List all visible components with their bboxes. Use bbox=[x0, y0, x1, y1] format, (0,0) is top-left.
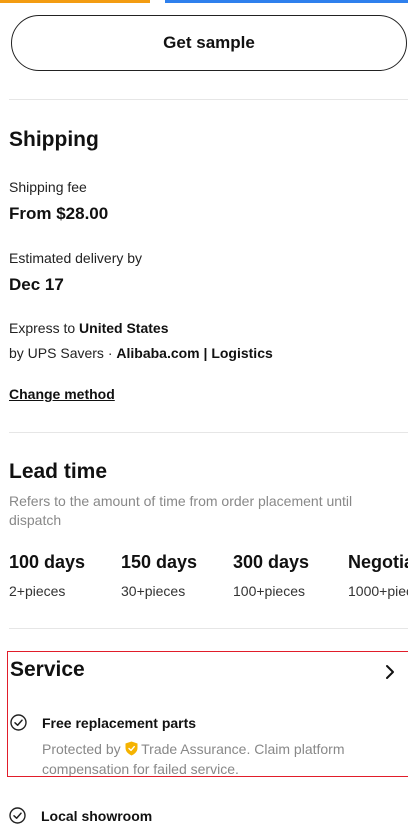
delivery-date: Dec 17 bbox=[9, 275, 64, 294]
service-item-description: Protected by Trade Assurance. Claim plat… bbox=[42, 739, 402, 776]
carrier-provider: Alibaba.com | Logistics bbox=[116, 345, 273, 361]
desc-badge: Trade Assurance bbox=[141, 741, 247, 757]
divider bbox=[9, 628, 408, 629]
shipping-fee-value: From $28.00 bbox=[9, 204, 109, 223]
carrier-prefix: by UPS Savers · bbox=[9, 345, 113, 361]
get-sample-button[interactable]: Get sample bbox=[11, 15, 407, 71]
carrier-line: by UPS Savers · Alibaba.com | Logistics bbox=[9, 345, 273, 361]
tier-quantity: 100+pieces bbox=[233, 583, 306, 599]
tier-days: Negotiable bbox=[348, 552, 408, 572]
check-circle-icon bbox=[10, 714, 27, 731]
service-item-label: Free replacement parts bbox=[42, 715, 197, 731]
lead-time-tier: 300 days 100+pieces bbox=[233, 552, 309, 599]
change-method-link[interactable]: Change method bbox=[9, 386, 115, 402]
tier-days: 100 days bbox=[9, 552, 86, 572]
trade-assurance-shield-icon bbox=[125, 741, 137, 756]
lead-time-subtitle: Refers to the amount of time from order … bbox=[9, 493, 353, 528]
check-circle-icon bbox=[9, 807, 26, 824]
divider bbox=[9, 99, 408, 100]
shipping-fee-label: Shipping fee bbox=[9, 179, 87, 195]
tier-quantity: 30+pieces bbox=[121, 583, 186, 599]
chevron-right-icon[interactable] bbox=[383, 663, 397, 681]
tier-quantity: 1000+pieces bbox=[348, 583, 408, 599]
lead-time-tier: 100 days 2+pieces bbox=[9, 552, 85, 599]
lead-time-tier: 150 days 30+pieces bbox=[121, 552, 197, 599]
tier-days: 300 days bbox=[233, 552, 310, 572]
service-title: Service bbox=[10, 658, 85, 681]
express-prefix: Express to bbox=[9, 320, 76, 336]
tab-indicator-orange bbox=[0, 0, 150, 3]
local-showroom-label: Local showroom bbox=[41, 808, 153, 824]
delivery-label: Estimated delivery by bbox=[9, 250, 143, 266]
lead-time-tier: Negotiable 1000+pieces bbox=[348, 552, 408, 599]
desc-prefix: Protected by bbox=[42, 741, 121, 757]
express-destination: Express to United States bbox=[9, 320, 169, 336]
top-color-strip bbox=[0, 0, 408, 4]
express-country: United States bbox=[79, 320, 169, 336]
divider bbox=[9, 432, 408, 433]
tier-days: 150 days bbox=[121, 552, 198, 572]
service-section[interactable]: Service Free replacement parts Protected… bbox=[7, 651, 408, 777]
shipping-title: Shipping bbox=[9, 128, 99, 151]
tab-indicator-blue bbox=[165, 0, 408, 3]
lead-time-tiers: 100 days 2+pieces 150 days 30+pieces 300… bbox=[0, 552, 408, 612]
lead-time-title: Lead time bbox=[9, 460, 108, 483]
tier-quantity: 2+pieces bbox=[9, 583, 66, 599]
